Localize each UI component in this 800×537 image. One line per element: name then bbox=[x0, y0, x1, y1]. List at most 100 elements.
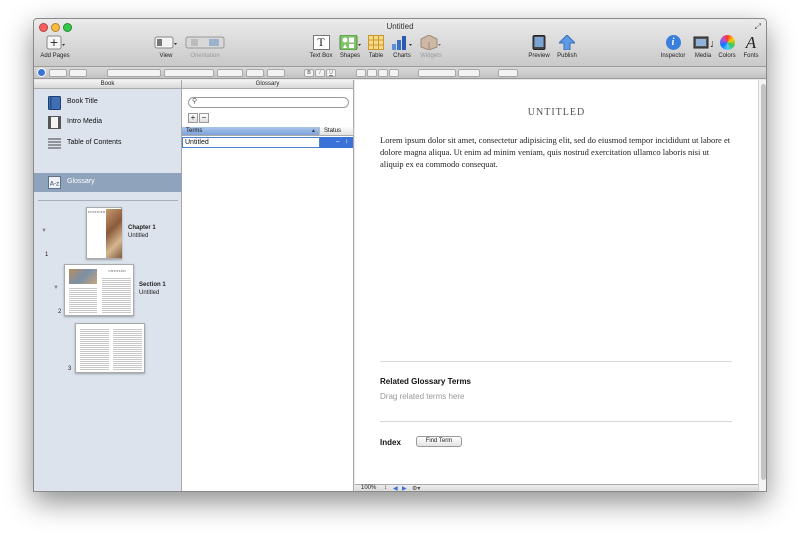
page-thumbnail-2[interactable]: UNTITLED bbox=[64, 264, 134, 316]
svg-text:+: + bbox=[49, 36, 58, 49]
line-spacing-popup[interactable] bbox=[418, 69, 456, 77]
font-size-popup[interactable] bbox=[217, 69, 243, 77]
book-pane-header: Book bbox=[34, 80, 181, 89]
status-column-header[interactable]: Status bbox=[320, 127, 354, 136]
charts-button[interactable]: Charts bbox=[390, 35, 414, 59]
find-term-button[interactable]: Find Term bbox=[416, 436, 462, 447]
sidebar-item-intro-media[interactable]: Intro Media bbox=[34, 113, 182, 132]
align-center-button[interactable] bbox=[367, 69, 377, 77]
italic-button[interactable]: I bbox=[315, 69, 325, 77]
add-pages-icon: + bbox=[46, 35, 65, 50]
orientation-icon bbox=[185, 36, 225, 49]
text-lines bbox=[69, 287, 97, 313]
sidebar-item-book-title[interactable]: Book Title bbox=[34, 93, 182, 112]
toolbar: Untitled ⤢ + Add Pages View Orientation … bbox=[34, 19, 766, 67]
list-icon bbox=[48, 138, 61, 149]
page-thumbnail-1[interactable]: UNTITLED bbox=[86, 207, 122, 259]
charts-icon bbox=[392, 36, 412, 50]
media-button[interactable]: ♪ Media bbox=[692, 35, 714, 59]
add-term-button[interactable]: + bbox=[188, 113, 198, 123]
related-terms-heading: Related Glossary Terms bbox=[380, 377, 472, 386]
text-box-button[interactable]: T Text Box bbox=[308, 35, 334, 59]
glossary-editor-canvas[interactable]: UNTITLED Lorem ipsum dolor sit amet, con… bbox=[355, 80, 758, 484]
film-icon bbox=[48, 116, 61, 129]
search-icon: ⚲ bbox=[192, 98, 198, 105]
section-artwork-image bbox=[69, 269, 97, 284]
media-icon: ♪ bbox=[693, 36, 713, 49]
view-icon bbox=[154, 36, 177, 49]
section-divider bbox=[380, 361, 732, 362]
glossary-pane-header: Glossary bbox=[182, 80, 353, 89]
status-bar: 100% ↕ ◀ ▶ ⚙▾ bbox=[355, 484, 758, 491]
paragraph-style-popup[interactable] bbox=[49, 69, 67, 77]
fonts-button[interactable]: A Fonts bbox=[740, 33, 762, 59]
color-wheel-icon bbox=[719, 35, 735, 50]
table-button[interactable]: Table bbox=[366, 35, 386, 59]
bold-button[interactable]: B bbox=[304, 69, 314, 77]
scrollbar-thumb[interactable] bbox=[761, 84, 766, 480]
align-right-button[interactable] bbox=[378, 69, 388, 77]
colors-button[interactable]: Colors bbox=[716, 35, 738, 59]
next-page-icon[interactable]: ▶ bbox=[402, 485, 407, 491]
terms-column-header[interactable]: Terms ▲ bbox=[182, 127, 320, 136]
previous-page-icon[interactable]: ◀ bbox=[393, 485, 398, 491]
align-justify-button[interactable] bbox=[389, 69, 399, 77]
chapter-artwork-image bbox=[106, 209, 122, 258]
fonts-icon: A bbox=[745, 33, 757, 52]
style-icon[interactable] bbox=[37, 68, 46, 77]
disclosure-triangle-icon[interactable]: ▼ bbox=[53, 285, 59, 291]
glossary-pane: Glossary ⚲ + − Terms ▲ Status Untitled –… bbox=[182, 80, 354, 491]
format-bar: B I U bbox=[34, 67, 766, 79]
shapes-button[interactable]: Shapes bbox=[338, 35, 362, 59]
zoom-popup[interactable]: 100% ↕ bbox=[361, 485, 387, 491]
disclosure-triangle-icon[interactable]: ▼ bbox=[41, 228, 47, 234]
table-icon bbox=[368, 35, 384, 50]
glossary-search-input[interactable]: ⚲ bbox=[188, 97, 349, 108]
term-status-popup[interactable]: – ↕ bbox=[320, 137, 353, 148]
glossary-definition-text[interactable]: Lorem ipsum dolor sit amet, consectetur … bbox=[380, 134, 732, 170]
page-thumbnail-3[interactable] bbox=[75, 323, 145, 373]
inspector-icon: i bbox=[665, 35, 681, 50]
remove-term-button[interactable]: − bbox=[199, 113, 209, 123]
list-style-popup[interactable] bbox=[498, 69, 518, 77]
section-divider bbox=[380, 421, 732, 422]
popup-arrows-icon: ↕ bbox=[384, 485, 388, 491]
glossary-term-field[interactable]: Untitled bbox=[182, 137, 320, 148]
svg-text:A-z: A-z bbox=[50, 181, 59, 188]
popup-arrows-icon: ↕ bbox=[345, 139, 348, 145]
shapes-icon bbox=[339, 35, 361, 50]
inspector-button[interactable]: i Inspector bbox=[657, 35, 689, 59]
sidebar-item-glossary[interactable]: A-z Glossary bbox=[34, 173, 182, 192]
svg-text:♪: ♪ bbox=[710, 40, 713, 49]
character-style-popup[interactable] bbox=[69, 69, 87, 77]
text-lines bbox=[80, 328, 109, 370]
text-box-icon: T bbox=[312, 35, 330, 50]
widgets-button[interactable]: Widgets bbox=[417, 35, 445, 59]
app-window: Untitled ⤢ + Add Pages View Orientation … bbox=[33, 18, 767, 492]
gear-icon[interactable]: ⚙▾ bbox=[412, 485, 420, 491]
align-left-button[interactable] bbox=[356, 69, 366, 77]
view-button[interactable]: View bbox=[153, 35, 179, 59]
preview-button[interactable]: Preview bbox=[526, 35, 552, 59]
widgets-icon bbox=[420, 35, 441, 50]
text-color-well[interactable] bbox=[246, 69, 264, 77]
font-family-popup[interactable] bbox=[107, 69, 161, 77]
underline-button[interactable]: U bbox=[326, 69, 336, 77]
text-lines bbox=[102, 277, 131, 313]
book-sidebar: Book Book Title Intro Media Table of Con… bbox=[34, 80, 182, 491]
orientation-button[interactable]: Orientation bbox=[184, 35, 226, 59]
sidebar-item-table-of-contents[interactable]: Table of Contents bbox=[34, 134, 182, 153]
fullscreen-icon[interactable]: ⤢ bbox=[755, 22, 761, 32]
typeface-popup[interactable] bbox=[164, 69, 214, 77]
vertical-scrollbar[interactable] bbox=[758, 80, 766, 491]
index-heading: Index bbox=[380, 438, 401, 447]
sidebar-divider bbox=[38, 200, 178, 201]
glossary-term-title[interactable]: UNTITLED bbox=[355, 107, 758, 118]
highlight-color-well[interactable] bbox=[267, 69, 285, 77]
columns-popup[interactable] bbox=[458, 69, 480, 77]
glossary-icon: A-z bbox=[48, 176, 61, 189]
related-terms-drop-area[interactable]: Drag related terms here bbox=[380, 392, 464, 401]
add-pages-button[interactable]: + Add Pages bbox=[38, 35, 72, 59]
publish-button[interactable]: Publish bbox=[554, 35, 580, 59]
window-title: Untitled bbox=[386, 22, 414, 31]
